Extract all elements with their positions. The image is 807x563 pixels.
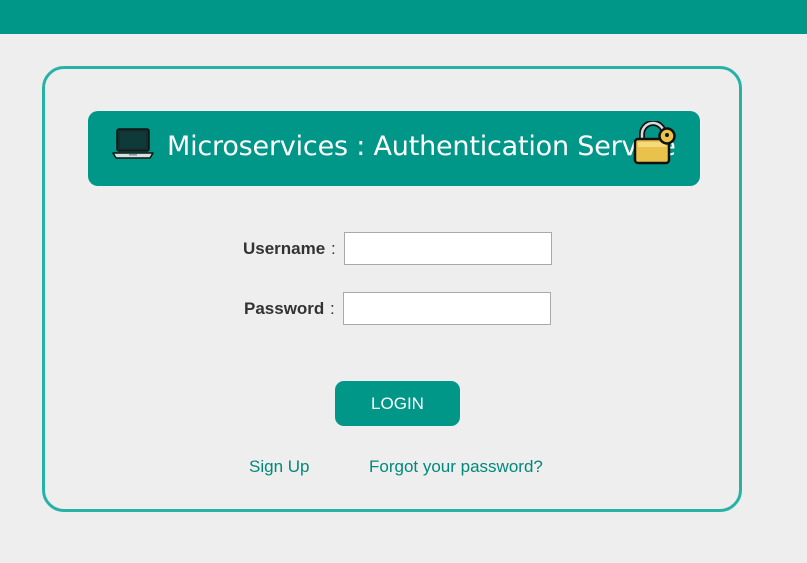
laptop-icon <box>112 128 154 159</box>
password-label: Password <box>244 299 325 318</box>
page-title: Microservices : Authentication Service <box>167 131 676 162</box>
forgot-password-link[interactable]: Forgot your password? <box>369 455 543 479</box>
lock-icon <box>633 121 676 165</box>
login-button[interactable]: LOGIN <box>335 381 460 426</box>
top-bar <box>0 0 807 34</box>
username-separator: : <box>331 239 336 258</box>
username-label: Username <box>243 239 326 258</box>
username-input[interactable] <box>344 232 552 265</box>
password-separator: : <box>330 299 335 318</box>
password-input[interactable] <box>343 292 551 325</box>
sign-up-link[interactable]: Sign Up <box>249 455 309 479</box>
